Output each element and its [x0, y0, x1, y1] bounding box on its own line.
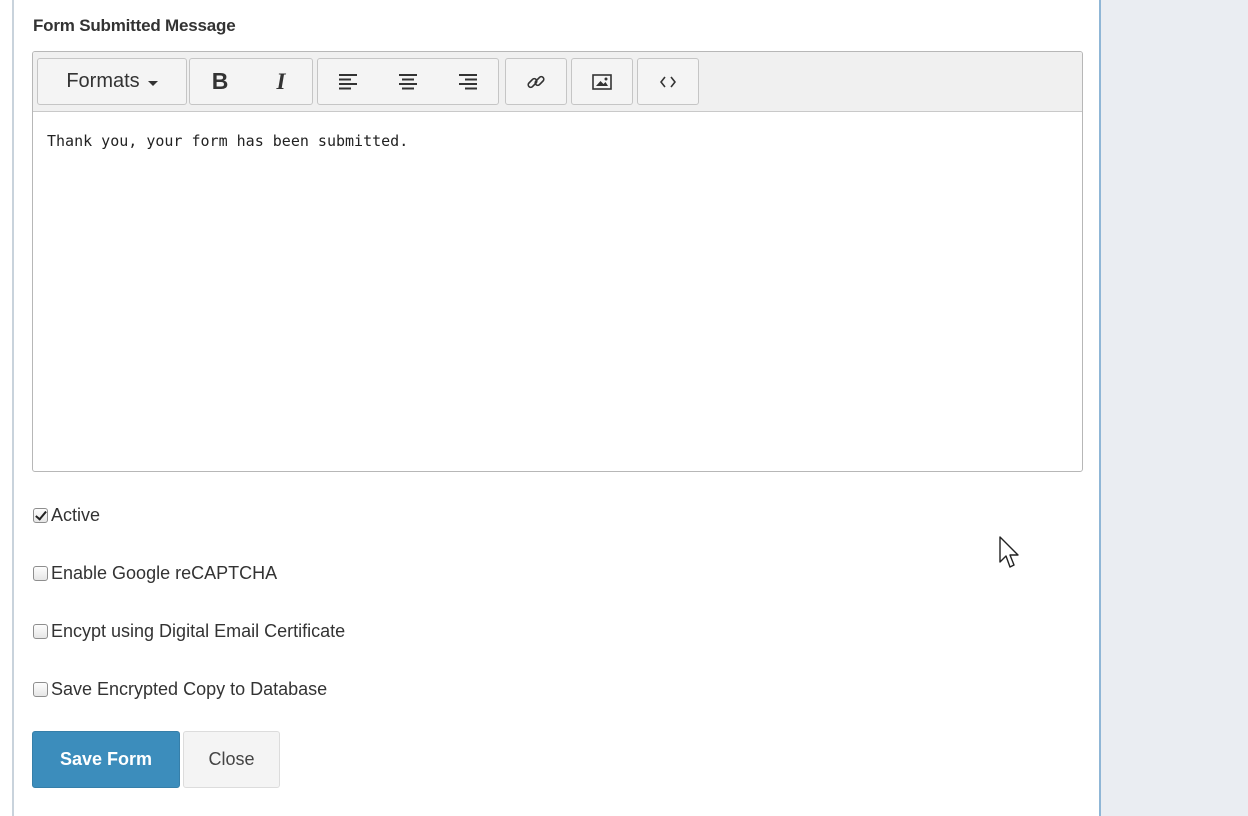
insert-link-button[interactable] — [506, 59, 566, 104]
encrypt-option[interactable]: Encypt using Digital Email Certificate — [33, 621, 345, 642]
image-icon — [592, 73, 612, 90]
align-left-icon — [339, 73, 357, 89]
mouse-pointer-icon — [999, 536, 1019, 568]
align-center-icon — [399, 73, 417, 89]
encrypt-label: Encypt using Digital Email Certificate — [51, 621, 346, 641]
save-form-button[interactable]: Save Form — [32, 731, 180, 788]
text-style-group: B I — [189, 58, 313, 105]
rich-text-editor: Formats B I Thank you, your form has bee… — [32, 51, 1083, 472]
align-right-button[interactable] — [438, 59, 498, 104]
save-encrypted-label: Save Encrypted Copy to Database — [51, 679, 328, 699]
image-group — [571, 58, 633, 105]
code-icon — [660, 76, 676, 87]
active-option[interactable]: Active — [33, 505, 100, 526]
save-encrypted-checkbox[interactable] — [33, 682, 48, 697]
alignment-group — [317, 58, 499, 105]
save-encrypted-option[interactable]: Save Encrypted Copy to Database — [33, 679, 327, 700]
align-right-icon — [459, 73, 477, 89]
editor-content-area[interactable]: Thank you, your form has been submitted. — [33, 112, 1082, 170]
recaptcha-label: Enable Google reCAPTCHA — [51, 563, 278, 583]
align-left-button[interactable] — [318, 59, 378, 104]
link-icon — [527, 75, 545, 88]
formats-label: Formats — [66, 70, 140, 92]
insert-image-button[interactable] — [572, 59, 632, 104]
formats-group: Formats — [37, 58, 187, 105]
source-code-button[interactable] — [638, 59, 698, 104]
align-center-button[interactable] — [378, 59, 438, 104]
recaptcha-option[interactable]: Enable Google reCAPTCHA — [33, 563, 277, 584]
italic-button[interactable]: I — [250, 59, 312, 104]
content-left-border — [12, 0, 14, 816]
side-panel — [1101, 0, 1248, 816]
editor-toolbar: Formats B I — [33, 52, 1082, 112]
recaptcha-checkbox[interactable] — [33, 566, 48, 581]
link-group — [505, 58, 567, 105]
active-label: Active — [51, 505, 101, 525]
form-submitted-message-label: Form Submitted Message — [33, 16, 236, 35]
code-group — [637, 58, 699, 105]
bold-button[interactable]: B — [190, 59, 250, 104]
active-checkbox[interactable] — [33, 508, 48, 523]
formats-dropdown[interactable]: Formats — [38, 59, 186, 104]
encrypt-checkbox[interactable] — [33, 624, 48, 639]
close-button[interactable]: Close — [183, 731, 280, 788]
caret-down-icon — [147, 80, 158, 86]
